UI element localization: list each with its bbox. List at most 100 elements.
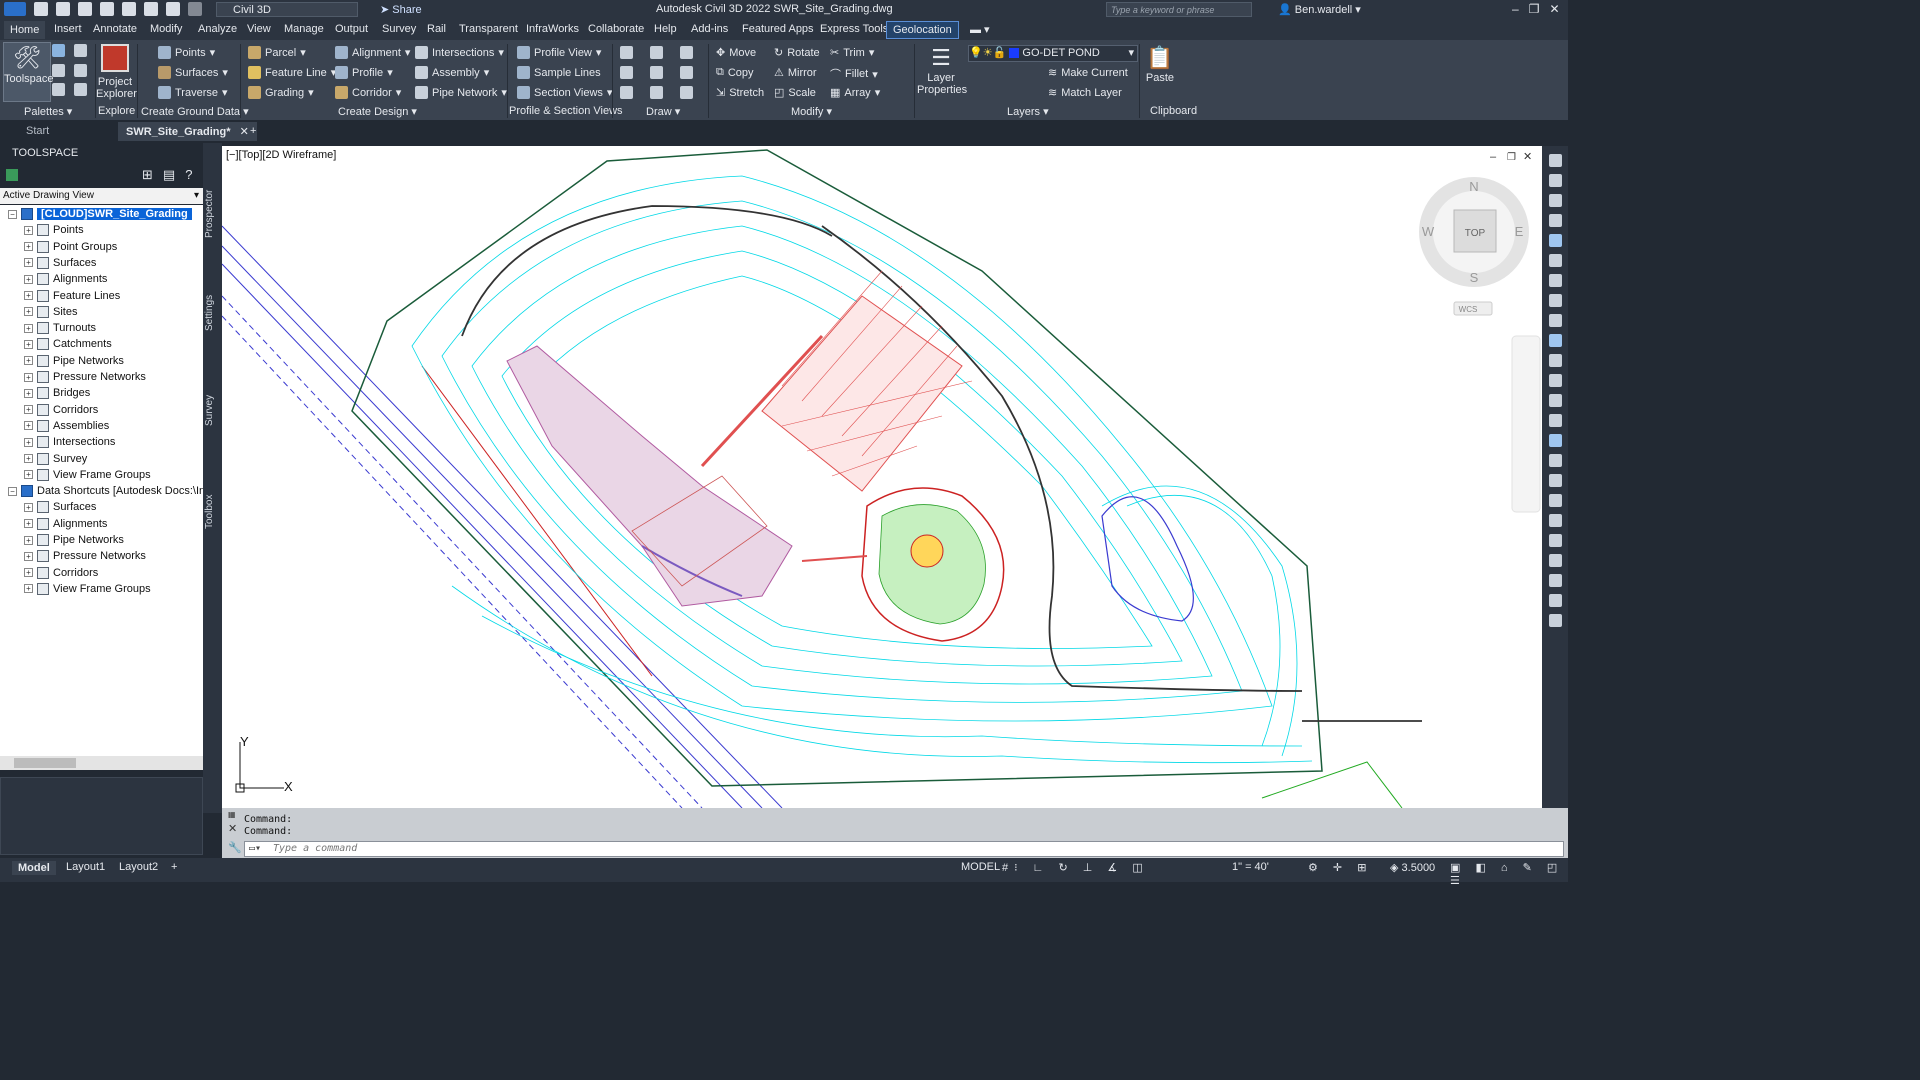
navigation-bar[interactable] [1511, 335, 1541, 513]
rotate-button[interactable]: ↻ Rotate [774, 46, 820, 60]
tool-icon[interactable] [1548, 434, 1562, 447]
expand-toggle-icon[interactable]: + [24, 307, 33, 317]
copy-button[interactable]: ⧉ Copy [716, 66, 754, 79]
tree-item-survey[interactable]: + Survey [24, 452, 87, 465]
expand-toggle-icon[interactable]: + [24, 405, 33, 415]
annotation-scale[interactable]: 1" = 40' [1232, 861, 1269, 873]
section-views-button[interactable]: Section Views ▾ [517, 86, 612, 99]
cloud-open-icon[interactable] [122, 2, 136, 16]
tool-icon[interactable] [1548, 454, 1562, 467]
tab-infraworks[interactable]: InfraWorks [526, 23, 579, 35]
tab-transparent[interactable]: Transparent [459, 23, 518, 35]
model-space-toggle[interactable]: MODEL [961, 861, 1000, 873]
viewcube-top-label[interactable]: TOP [1465, 228, 1486, 239]
viewcube[interactable]: TOP N S E W WCS [1419, 177, 1529, 316]
panel-title-create-design[interactable]: Create Design ▾ [338, 105, 417, 118]
circle-icon[interactable] [650, 66, 663, 79]
command-input[interactable]: ▭▾ Type a command [244, 841, 1564, 857]
item-view-icon[interactable]: ▤ [163, 167, 175, 183]
array-button[interactable]: ▦ Array ▾ [830, 86, 880, 100]
tree-item-pipe-networks[interactable]: + Pipe Networks [24, 354, 124, 367]
layout-tab-layout1[interactable]: Layout1 [66, 861, 105, 873]
help-icon[interactable]: ? [185, 167, 192, 183]
tree-item-pressure-networks[interactable]: + Pressure Networks [24, 550, 146, 563]
user-account[interactable]: 👤 Ben.wardell ▾ [1278, 3, 1361, 16]
corridor-button[interactable]: Corridor ▾ [335, 86, 401, 99]
tree-item-intersections[interactable]: + Intersections [24, 436, 115, 449]
tab-help[interactable]: Help [654, 23, 677, 35]
redo-icon[interactable] [188, 2, 202, 16]
tree-item-view-frame-groups[interactable]: + View Frame Groups [24, 582, 151, 595]
palette-icon[interactable] [73, 83, 87, 97]
workspace-selector[interactable]: Civil 3D [216, 2, 358, 17]
status-tool-icons[interactable]: ⚙ ✛ ⊞ [1308, 861, 1372, 874]
tool-icon[interactable] [1548, 234, 1562, 247]
sample-lines-button[interactable]: Sample Lines [517, 66, 601, 79]
tree-item-view-frame-groups[interactable]: + View Frame Groups [24, 468, 151, 481]
palette-icon[interactable] [73, 44, 87, 57]
tab-manage[interactable]: Manage [284, 23, 324, 35]
minimize-icon[interactable]: – [1512, 2, 1519, 16]
tool-icon[interactable] [1548, 554, 1562, 567]
tree-item-pressure-networks[interactable]: + Pressure Networks [24, 371, 146, 383]
tree-item-points[interactable]: + Points [24, 224, 84, 237]
horizontal-scrollbar[interactable] [0, 756, 203, 770]
viewport-close-icon[interactable]: ✕ [1523, 151, 1532, 163]
arc-icon[interactable] [680, 46, 693, 59]
parcel-button[interactable]: Parcel ▾ [248, 46, 306, 59]
viewport-restore-icon[interactable]: ❐ [1507, 152, 1516, 163]
tab-modify[interactable]: Modify [150, 23, 182, 35]
compass-north[interactable]: N [1469, 179, 1478, 194]
tool-icon[interactable] [1548, 414, 1562, 427]
tree-item-data-shortcuts-autodesk-docs-infr[interactable]: − Data Shortcuts [Autodesk Docs:\Infr... [8, 485, 220, 498]
tool-icon[interactable] [1548, 514, 1562, 527]
tree-item-surfaces[interactable]: + Surfaces [24, 501, 96, 514]
expand-toggle-icon[interactable]: + [24, 339, 33, 349]
wcs-menu[interactable]: WCS [1459, 305, 1478, 314]
tab-featured-apps[interactable]: Featured Apps [742, 23, 814, 35]
mirror-button[interactable]: ⚠ Mirror [774, 66, 817, 80]
make-current-button[interactable]: ≋ Make Current [1048, 66, 1128, 80]
tool-icon[interactable] [1548, 614, 1562, 627]
tree-item-alignments[interactable]: + Alignments [24, 517, 107, 530]
expand-toggle-icon[interactable]: + [24, 323, 33, 333]
tab-annotate[interactable]: Annotate [93, 23, 137, 35]
expand-toggle-icon[interactable]: + [24, 242, 33, 252]
alignment-button[interactable]: Alignment ▾ [335, 46, 410, 59]
scale-button[interactable]: ◰ Scale [774, 86, 816, 100]
panel-title-draw[interactable]: Draw ▾ [646, 105, 680, 118]
trim-button[interactable]: ✂ Trim ▾ [830, 46, 874, 60]
paste-button[interactable]: 📋 Paste [1144, 44, 1176, 84]
expand-toggle-icon[interactable]: + [24, 388, 33, 398]
tool-icon[interactable] [1548, 494, 1562, 507]
tool-icon[interactable] [1548, 274, 1562, 287]
tool-icon[interactable] [1548, 254, 1562, 267]
tab-geolocation[interactable]: Geolocation [886, 21, 959, 39]
match-layer-button[interactable]: ≋ Match Layer [1048, 86, 1122, 100]
tool-icon[interactable] [1548, 194, 1562, 207]
expand-toggle-icon[interactable]: − [8, 486, 17, 496]
layer-properties-button[interactable]: ☰ Layer Properties [917, 44, 967, 96]
command-grip-icon[interactable]: ▦ [228, 810, 236, 819]
spline-icon[interactable] [620, 66, 633, 79]
expand-toggle-icon[interactable]: + [24, 535, 33, 545]
tree-view-icon[interactable]: ⊞ [142, 167, 153, 183]
surfaces-button[interactable]: Surfaces ▾ [158, 66, 228, 79]
layout-tab-model[interactable]: Model [12, 861, 56, 875]
close-icon[interactable]: ✕ [1549, 2, 1559, 16]
expand-toggle-icon[interactable]: + [24, 502, 33, 512]
expand-toggle-icon[interactable]: + [24, 372, 33, 382]
tree-item-corridors[interactable]: + Corridors [24, 566, 98, 579]
command-settings-icon[interactable]: 🔧 [228, 841, 242, 854]
save-as-icon[interactable] [100, 2, 114, 16]
expand-toggle-icon[interactable]: + [24, 258, 33, 268]
rectangle-icon[interactable] [680, 66, 693, 79]
tab-output[interactable]: Output [335, 23, 368, 35]
layer-dropdown[interactable]: 💡☀🔓 GO-DET POND ▾ [968, 45, 1138, 62]
tool-icon[interactable] [1548, 594, 1562, 607]
tab-add-ins[interactable]: Add-ins [691, 23, 728, 35]
polyline-icon[interactable] [650, 46, 663, 59]
toolspace-button[interactable]: 🛠 Toolspace [3, 42, 54, 102]
palette-icon[interactable] [73, 63, 87, 77]
restore-icon[interactable]: ❐ [1529, 2, 1540, 16]
